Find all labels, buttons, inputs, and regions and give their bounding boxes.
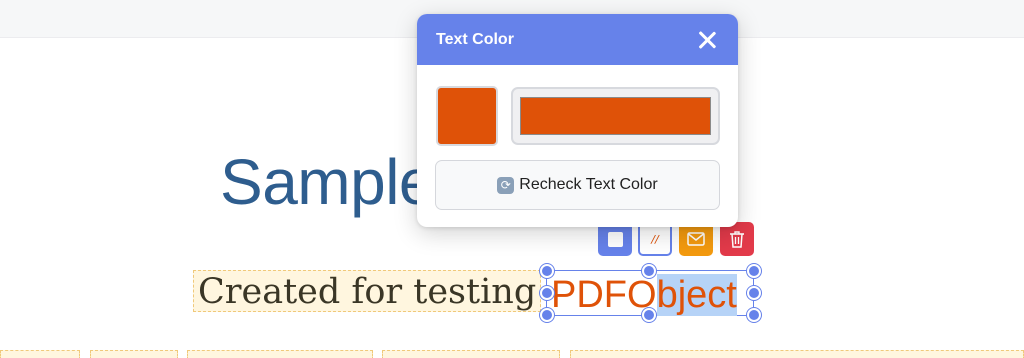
- resize-handle-middle-left[interactable]: [540, 286, 554, 300]
- resize-handle-top-left[interactable]: [540, 264, 554, 278]
- text-color-button[interactable]: //: [638, 222, 672, 256]
- recheck-text-color-button[interactable]: ⟳ Recheck Text Color: [435, 160, 720, 210]
- pdfobject-text-selection: bject: [656, 274, 737, 316]
- delete-button[interactable]: [720, 222, 754, 256]
- text-color-dialog: Text Color ⟳ Recheck Text Color: [417, 14, 738, 227]
- envelope-icon: [687, 232, 705, 246]
- resize-handle-bottom-right[interactable]: [747, 308, 761, 322]
- background-toggle-button[interactable]: [598, 222, 632, 256]
- text-block-partial[interactable]: [570, 350, 1024, 358]
- created-for-testing-text-block[interactable]: Created for testing: [193, 270, 542, 312]
- sample-heading[interactable]: Sample: [220, 145, 435, 219]
- trash-icon: [730, 231, 744, 248]
- resize-handle-bottom-middle[interactable]: [642, 308, 656, 322]
- refresh-icon: ⟳: [497, 176, 515, 194]
- dialog-header: Text Color: [417, 14, 738, 65]
- recheck-label: Recheck Text Color: [519, 176, 658, 193]
- resize-handle-top-right[interactable]: [747, 264, 761, 278]
- text-color-icon: //: [651, 232, 659, 246]
- resize-handle-bottom-left[interactable]: [540, 308, 554, 322]
- dialog-title: Text Color: [436, 30, 514, 48]
- close-icon[interactable]: [696, 29, 718, 51]
- resize-handle-top-middle[interactable]: [642, 264, 656, 278]
- email-button[interactable]: [679, 222, 713, 256]
- pdfobject-text-plain: PDFO: [551, 274, 657, 316]
- square-icon: [607, 231, 623, 247]
- text-block-partial[interactable]: [187, 350, 373, 358]
- pdf-editor-canvas: Sample Created for testing PDFObject //: [0, 0, 1024, 358]
- text-block-partial[interactable]: [382, 350, 560, 358]
- color-swatch[interactable]: [436, 86, 498, 146]
- text-block-partial[interactable]: [90, 350, 178, 358]
- resize-handle-middle-right[interactable]: [747, 286, 761, 300]
- color-picker-input[interactable]: [511, 87, 720, 145]
- color-picker-fill: [520, 97, 711, 135]
- text-block-partial[interactable]: [0, 350, 80, 358]
